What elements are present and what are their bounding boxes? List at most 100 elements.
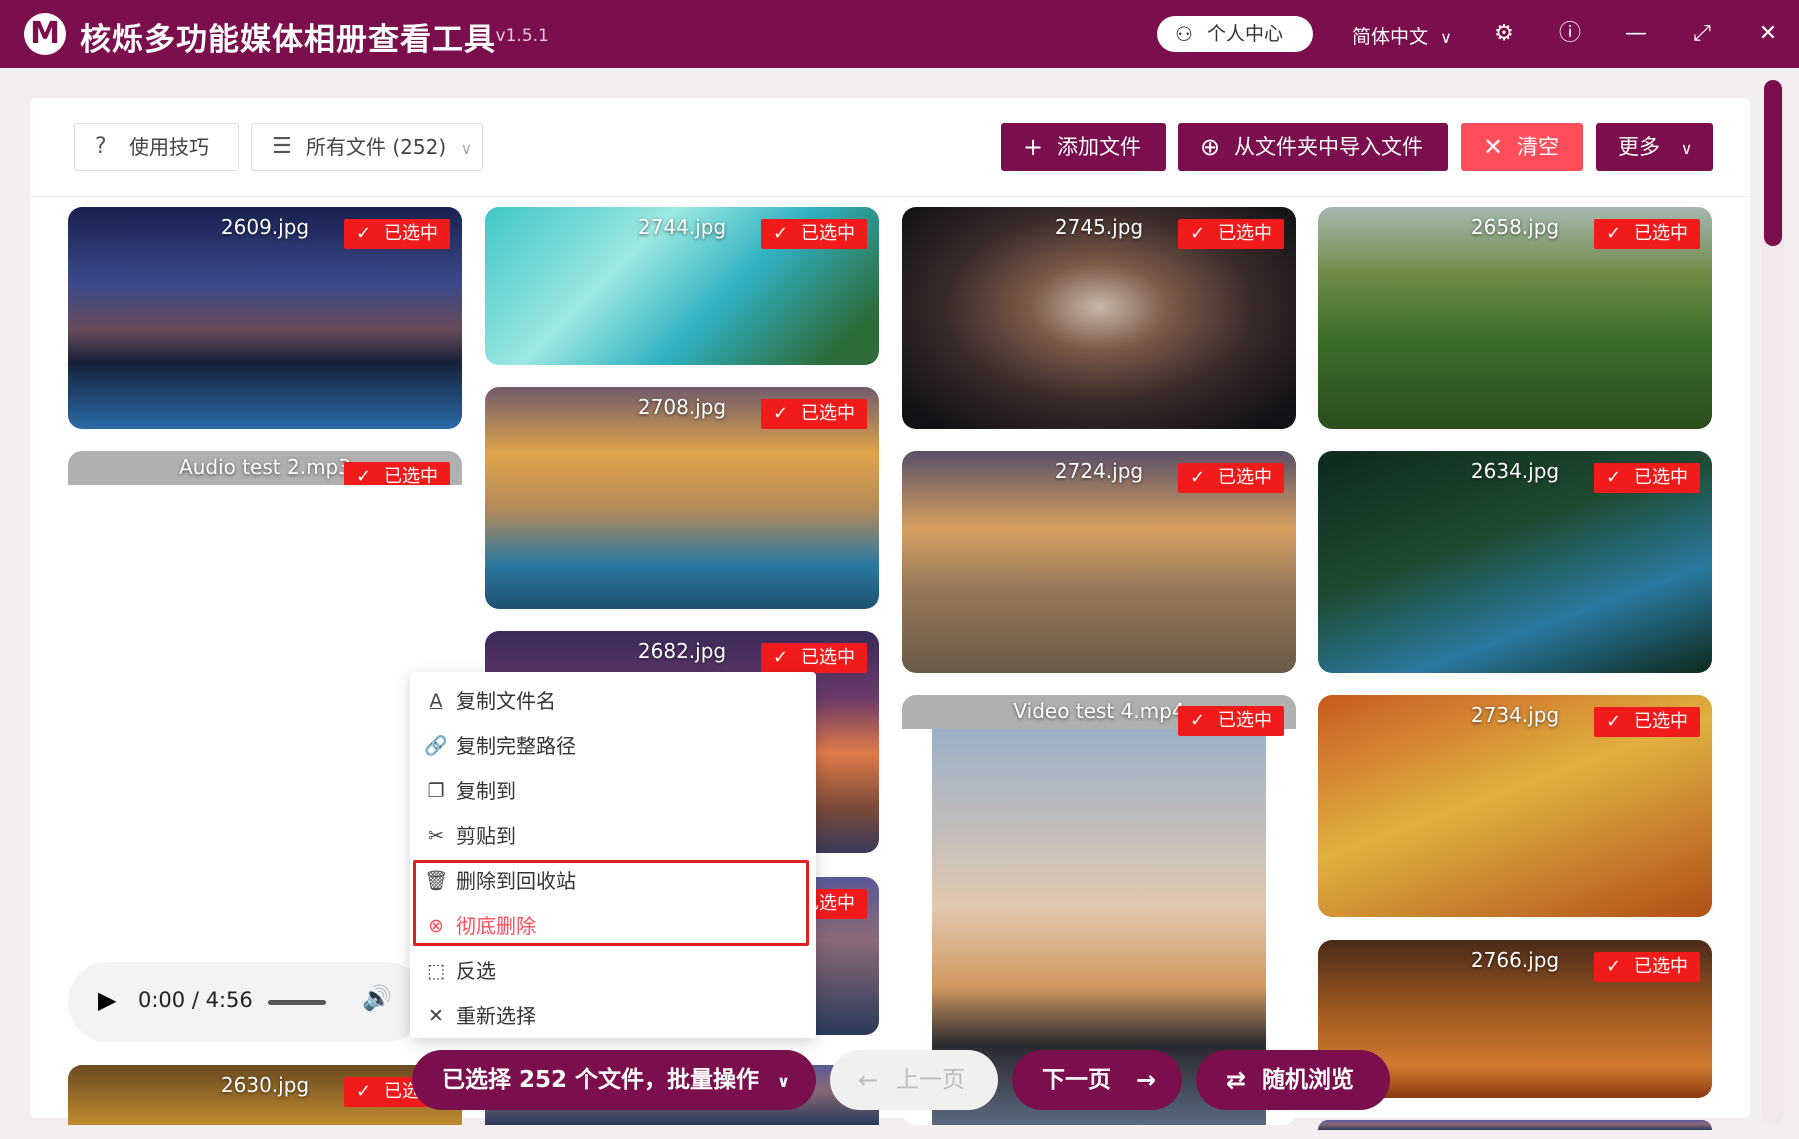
- link-icon: 🔗: [424, 735, 448, 757]
- toolbar-divider: [30, 196, 1750, 197]
- check-icon: ✓: [1606, 956, 1622, 977]
- audio-time: 0:00 / 4:56: [138, 988, 253, 1012]
- selected-badge[interactable]: ✓已选中: [761, 643, 867, 673]
- check-icon: ✓: [1606, 223, 1622, 244]
- selected-badge[interactable]: ✓已选中: [1178, 706, 1284, 736]
- question-circle-icon: ?: [95, 134, 107, 159]
- next-page-button[interactable]: 下一页 →: [1012, 1050, 1182, 1110]
- list-icon: ☰: [272, 134, 292, 159]
- menu-copy-filename[interactable]: A 复制文件名: [410, 679, 816, 724]
- next-page-label: 下一页: [1042, 1067, 1111, 1093]
- media-card-2634[interactable]: 2634.jpg ✓ 已选中: [1318, 451, 1712, 673]
- text-icon: A: [429, 690, 443, 712]
- selected-badge[interactable]: ✓已选中: [1594, 219, 1700, 249]
- menu-invert-selection[interactable]: ⬚ 反选: [410, 949, 816, 994]
- check-icon: ✓: [773, 223, 789, 244]
- media-card-2708[interactable]: 2708.jpg ✓ 已选中: [485, 387, 879, 609]
- random-browse-label: 随机浏览: [1262, 1067, 1354, 1093]
- import-folder-label: 从文件夹中导入文件: [1234, 135, 1423, 159]
- check-icon: ✓: [1606, 467, 1622, 488]
- tips-button[interactable]: ? 使用技巧: [74, 123, 239, 171]
- chevron-down-icon: ∨: [1680, 139, 1693, 158]
- check-icon: ✓: [1190, 710, 1206, 731]
- more-label: 更多: [1618, 135, 1660, 159]
- media-card-2734[interactable]: 2734.jpg ✓ 已选中: [1318, 695, 1712, 917]
- media-card-2744[interactable]: 2744.jpg ✓ 已选中: [485, 207, 879, 365]
- plus-circle-icon: ⊕: [1200, 133, 1221, 161]
- user-icon: ⚇: [1175, 22, 1193, 46]
- help-icon[interactable]: ⓘ: [1552, 16, 1588, 52]
- clear-label: 清空: [1517, 135, 1559, 159]
- arrow-right-icon: →: [1136, 1066, 1157, 1094]
- media-card-2745[interactable]: 2745.jpg ✓ 已选中: [902, 207, 1296, 429]
- shuffle-icon: ⇄: [1226, 1066, 1247, 1094]
- menu-cut-to[interactable]: ✂ 剪贴到: [410, 814, 816, 859]
- add-files-button[interactable]: + 添加文件: [1001, 123, 1166, 171]
- selected-badge[interactable]: ✓已选中: [1178, 463, 1284, 493]
- batch-operation-label: 已选择 252 个文件，批量操作: [442, 1067, 760, 1093]
- selected-badge[interactable]: ✓已选中: [344, 462, 450, 485]
- media-card-2630[interactable]: 2630.jpg ✓ 已选中: [68, 1065, 462, 1125]
- check-icon: ✓: [1190, 223, 1206, 244]
- batch-operation-button[interactable]: 已选择 252 个文件，批量操作 ∨: [412, 1050, 816, 1110]
- check-icon: ✓: [773, 647, 789, 668]
- context-menu: A 复制文件名 🔗 复制完整路径 ❐ 复制到 ✂ 剪贴到 🗑 删除到回收站 ⊗ …: [410, 672, 816, 1038]
- selected-badge[interactable]: ✓已选中: [761, 399, 867, 429]
- audio-player: ▶ 0:00 / 4:56 🔊: [68, 962, 426, 1042]
- gear-icon[interactable]: ⚙: [1486, 16, 1522, 52]
- app-title: 核烁多功能媒体相册查看工具: [80, 22, 496, 58]
- file-filter-label: 所有文件 (252): [306, 135, 447, 159]
- tips-label: 使用技巧: [129, 135, 209, 159]
- check-icon: ✓: [356, 1081, 372, 1102]
- media-card-2609[interactable]: 2609.jpg ✓ 已选中: [68, 207, 462, 429]
- check-icon: ✓: [1190, 467, 1206, 488]
- app-logo: M: [24, 13, 66, 55]
- highlight-box: [413, 860, 809, 946]
- user-center-button[interactable]: ⚇ 个人中心: [1157, 16, 1313, 52]
- title-bar: M 核烁多功能媒体相册查看工具 - v1.5.1 ⚇ 个人中心 简体中文 ∨ ⚙…: [0, 0, 1799, 68]
- chevron-down-icon: ∨: [777, 1072, 791, 1091]
- arrow-left-icon: ←: [858, 1066, 879, 1094]
- random-browse-button[interactable]: ⇄ 随机浏览: [1196, 1050, 1390, 1110]
- language-label: 简体中文: [1352, 26, 1429, 48]
- selected-badge[interactable]: ✓已选中: [1178, 219, 1284, 249]
- selected-badge[interactable]: ✓已选中: [1594, 952, 1700, 982]
- import-folder-button[interactable]: ⊕ 从文件夹中导入文件: [1178, 123, 1448, 171]
- menu-copy-to[interactable]: ❐ 复制到: [410, 769, 816, 814]
- scrollbar-thumb[interactable]: [1764, 80, 1782, 246]
- chevron-down-icon: ∨: [460, 139, 473, 158]
- minimize-icon[interactable]: —: [1618, 16, 1654, 52]
- menu-copy-path[interactable]: 🔗 复制完整路径: [410, 724, 816, 769]
- media-card-next[interactable]: [1318, 1120, 1712, 1130]
- app-version: - v1.5.1: [484, 26, 549, 46]
- user-center-label: 个人中心: [1207, 23, 1284, 45]
- selected-badge[interactable]: ✓已选中: [1594, 463, 1700, 493]
- check-icon: ✓: [773, 403, 789, 424]
- selected-badge[interactable]: ✓已选中: [1594, 707, 1700, 737]
- prev-page-label: 上一页: [896, 1067, 965, 1093]
- check-icon: ✓: [1606, 711, 1622, 732]
- volume-icon[interactable]: 🔊: [362, 984, 392, 1012]
- maximize-icon[interactable]: ⤢: [1684, 16, 1720, 52]
- chevron-down-icon: ∨: [1440, 28, 1452, 47]
- play-icon[interactable]: ▶: [98, 986, 116, 1014]
- media-card-audio-2[interactable]: Audio test 2.mp3 ✓ 已选中: [68, 451, 462, 485]
- select-icon: ⬚: [427, 960, 445, 982]
- selected-badge[interactable]: ✓已选中: [761, 219, 867, 249]
- media-card-2658[interactable]: 2658.jpg ✓ 已选中: [1318, 207, 1712, 429]
- prev-page-button[interactable]: ← 上一页: [830, 1050, 998, 1110]
- language-select[interactable]: 简体中文 ∨: [1352, 22, 1452, 49]
- more-button[interactable]: 更多 ∨: [1596, 123, 1713, 171]
- media-card-2724[interactable]: 2724.jpg ✓ 已选中: [902, 451, 1296, 673]
- selected-badge[interactable]: ✓已选中: [344, 219, 450, 249]
- audio-progress-bar[interactable]: [268, 1000, 326, 1005]
- file-filter-select[interactable]: ☰ 所有文件 (252) ∨: [251, 123, 483, 171]
- menu-reselect[interactable]: ✕ 重新选择: [410, 994, 816, 1039]
- x-icon: ✕: [1483, 133, 1504, 161]
- scissors-icon: ✂: [428, 825, 444, 847]
- clear-button[interactable]: ✕ 清空: [1461, 123, 1583, 171]
- check-icon: ✓: [356, 223, 372, 244]
- close-icon[interactable]: ✕: [1750, 16, 1786, 52]
- add-files-label: 添加文件: [1057, 135, 1141, 159]
- close-icon: ✕: [428, 1005, 444, 1027]
